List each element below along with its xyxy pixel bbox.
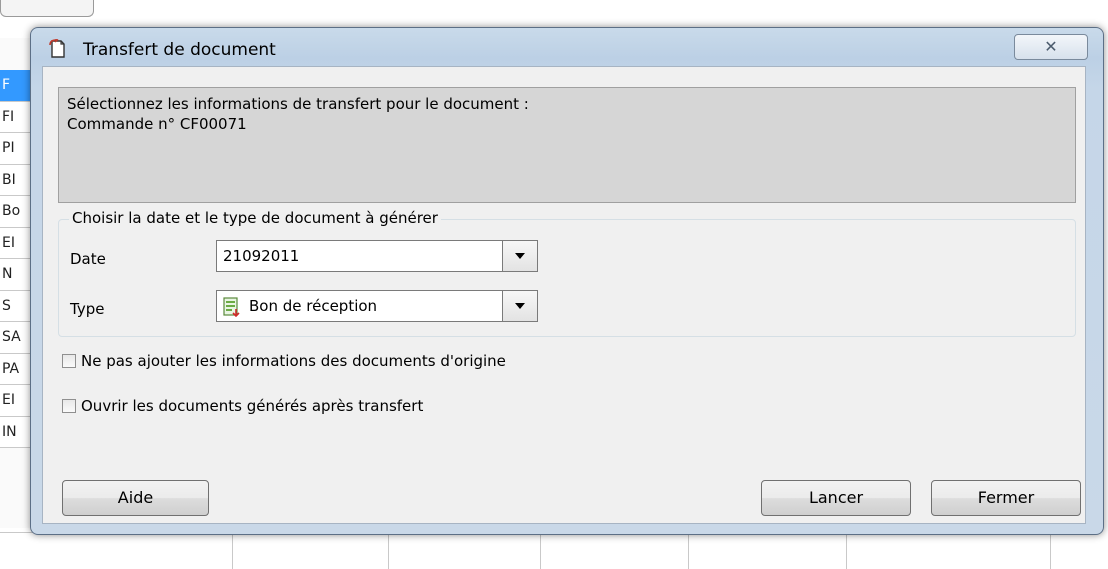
background-grid-bottom-row xyxy=(0,532,1060,569)
grid-column-divider xyxy=(232,533,233,569)
open-generated-option[interactable]: Ouvrir les documents générés après trans… xyxy=(62,397,423,415)
dialog-title: Transfert de document xyxy=(83,40,276,60)
close-icon: ✕ xyxy=(1044,37,1058,56)
grid-column-divider xyxy=(1050,533,1051,569)
type-combobox[interactable]: Bon de réception xyxy=(216,290,538,322)
open-generated-label[interactable]: Ouvrir les documents générés après trans… xyxy=(81,397,423,415)
transfer-dialog: Transfert de document ✕ Sélectionnez les… xyxy=(30,27,1104,535)
grid-column-divider xyxy=(540,533,541,569)
grid-column-divider xyxy=(846,533,847,569)
date-value[interactable]: 21092011 xyxy=(223,247,299,265)
help-button[interactable]: Aide xyxy=(62,480,209,516)
open-generated-checkbox[interactable] xyxy=(62,399,76,413)
date-type-group: Choisir la date et le type de document à… xyxy=(58,209,1076,337)
date-label: Date xyxy=(70,250,106,268)
no-origin-info-option[interactable]: Ne pas ajouter les informations des docu… xyxy=(62,352,506,370)
grid-column-divider xyxy=(688,533,689,569)
background-tab[interactable] xyxy=(0,0,94,17)
info-message-box: Sélectionnez les informations de transfe… xyxy=(58,87,1076,203)
window-close-button[interactable]: ✕ xyxy=(1014,34,1088,60)
type-dropdown-arrow-icon[interactable] xyxy=(502,291,537,321)
no-origin-info-label[interactable]: Ne pas ajouter les informations des docu… xyxy=(81,352,506,370)
type-value[interactable]: Bon de réception xyxy=(249,297,377,315)
dialog-titlebar[interactable]: Transfert de document ✕ xyxy=(31,28,1103,66)
info-message-line: Sélectionnez les informations de transfe… xyxy=(67,95,529,113)
no-origin-info-checkbox[interactable] xyxy=(62,354,76,368)
close-button[interactable]: Fermer xyxy=(931,480,1081,516)
document-reference: Commande n° CF00071 xyxy=(67,115,247,133)
type-label: Type xyxy=(70,300,105,318)
date-dropdown-arrow-icon[interactable] xyxy=(502,241,537,271)
group-title: Choisir la date et le type de document à… xyxy=(69,209,441,227)
date-combobox[interactable]: 21092011 xyxy=(216,240,538,272)
transfer-document-icon xyxy=(49,39,65,58)
reception-document-icon xyxy=(223,297,240,317)
dialog-client-area: Sélectionnez les informations de transfe… xyxy=(42,66,1086,524)
launch-button[interactable]: Lancer xyxy=(761,480,911,516)
grid-column-divider xyxy=(388,533,389,569)
